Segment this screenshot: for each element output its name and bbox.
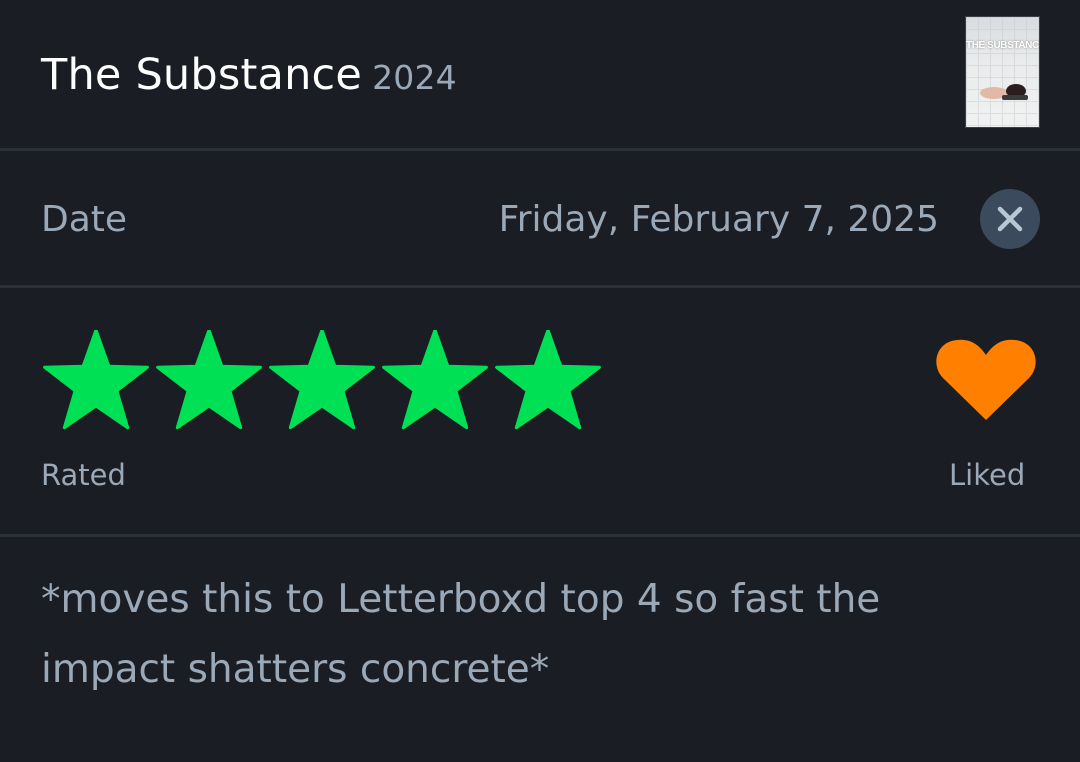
star-icon[interactable]: [41, 330, 151, 432]
date-value[interactable]: Friday, February 7, 2025: [499, 199, 939, 240]
close-icon: [997, 206, 1023, 232]
star-icon[interactable]: [154, 330, 264, 432]
film-year: 2024: [372, 58, 457, 97]
review-text[interactable]: *moves this to Letterboxd top 4 so fast …: [41, 565, 1001, 705]
star-icon[interactable]: [493, 330, 603, 432]
poster-figure-image: [980, 84, 1028, 100]
star-icon[interactable]: [267, 330, 377, 432]
film-title-text: The Substance: [41, 50, 363, 100]
rating-row: Rated Liked: [0, 288, 1080, 534]
poster-background: [966, 17, 1039, 127]
clear-date-button[interactable]: [980, 189, 1040, 249]
film-header: The Substance 2024 THE SUBSTANCE: [0, 0, 1080, 148]
film-poster[interactable]: THE SUBSTANCE: [965, 16, 1040, 128]
date-row[interactable]: Date Friday, February 7, 2025: [0, 151, 1080, 285]
rated-label: Rated: [41, 458, 126, 492]
film-title: The Substance 2024: [41, 50, 457, 100]
review-section[interactable]: *moves this to Letterboxd top 4 so fast …: [0, 537, 1080, 762]
star-icon[interactable]: [380, 330, 490, 432]
liked-label: Liked: [949, 458, 1026, 492]
heart-icon[interactable]: [935, 338, 1037, 420]
date-label: Date: [41, 199, 128, 240]
star-rating[interactable]: [41, 330, 606, 432]
poster-title: THE SUBSTANCE: [966, 40, 1040, 51]
